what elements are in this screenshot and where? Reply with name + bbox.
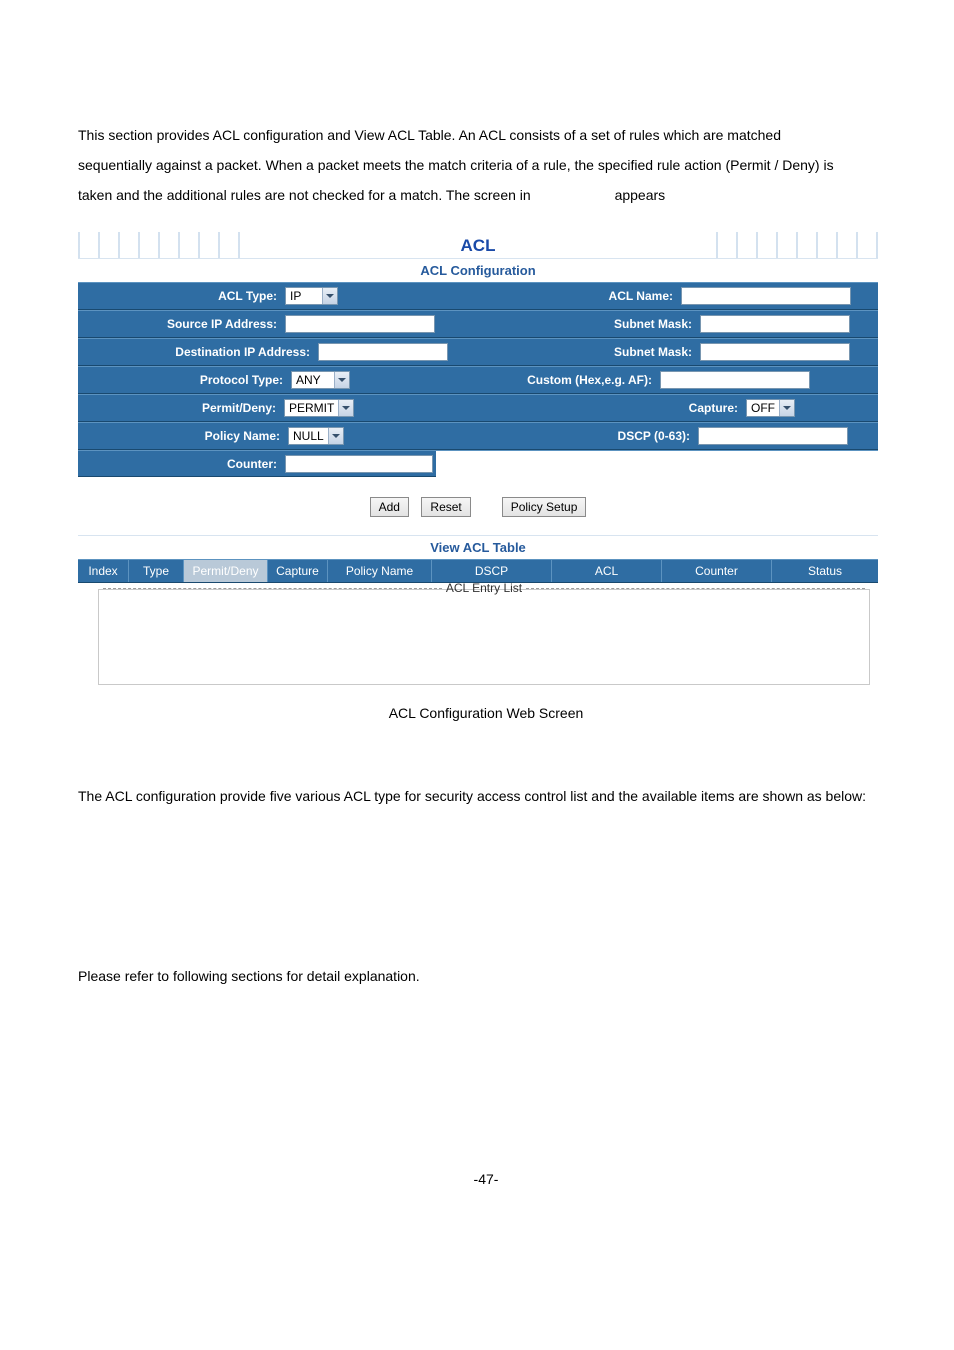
intro-line3a: taken and the additional rules are not c… [78, 187, 531, 203]
page-number: -47- [78, 1171, 894, 1187]
protocol-label: Protocol Type: [78, 373, 289, 387]
counter-input[interactable] [285, 455, 433, 473]
capture-value: OFF [751, 401, 775, 415]
col-index: Index [78, 560, 129, 582]
capture-label: Capture: [478, 401, 744, 415]
protocol-select[interactable]: ANY [291, 371, 350, 389]
custom-hex-label: Custom (Hex,e.g. AF): [478, 373, 658, 387]
acl-name-label: ACL Name: [478, 289, 679, 303]
row-counter: Counter: [78, 450, 878, 477]
dscp-input[interactable] [698, 427, 848, 445]
row-protocol: Protocol Type: ANY Custom (Hex,e.g. AF): [78, 366, 878, 394]
figure-caption: ACL Configuration Web Screen [78, 705, 894, 721]
row-policy: Policy Name: NULL DSCP (0-63): [78, 422, 878, 450]
add-button[interactable]: Add [370, 497, 409, 517]
counter-blank [436, 451, 878, 477]
source-ip-input[interactable] [285, 315, 435, 333]
acl-name-input[interactable] [681, 287, 851, 305]
acl-panel: ACL ACL Configuration ACL Type: IP ACL N… [78, 232, 878, 685]
button-row: Add Reset Policy Setup [78, 477, 878, 535]
dest-ip-label: Destination IP Address: [78, 345, 316, 359]
dscp-label: DSCP (0-63): [478, 429, 696, 443]
acl-type-select[interactable]: IP [285, 287, 338, 305]
reset-button[interactable]: Reset [421, 497, 470, 517]
row-dest-ip: Destination IP Address: Subnet Mask: [78, 338, 878, 366]
col-counter: Counter [662, 560, 772, 582]
col-type: Type [129, 560, 184, 582]
col-acl: ACL [552, 560, 662, 582]
permit-label: Permit/Deny: [78, 401, 282, 415]
intro-line2: sequentially against a packet. When a pa… [78, 157, 834, 173]
config-form: ACL Type: IP ACL Name: Source IP A [78, 282, 878, 477]
source-mask-label: Subnet Mask: [478, 317, 698, 331]
chevron-down-icon [334, 372, 349, 388]
col-capture: Capture [268, 560, 328, 582]
col-status: Status [772, 560, 878, 582]
chevron-down-icon [322, 288, 337, 304]
chevron-down-icon [779, 400, 794, 416]
chevron-down-icon [338, 400, 353, 416]
row-acl-type: ACL Type: IP ACL Name: [78, 282, 878, 310]
config-heading: ACL Configuration [78, 258, 878, 282]
acl-type-label: ACL Type: [78, 289, 283, 303]
policy-name-value: NULL [293, 429, 324, 443]
intro-line1: This section provides ACL configuration … [78, 127, 781, 143]
counter-label: Counter: [78, 457, 283, 471]
row-permit: Permit/Deny: PERMIT Capture: OFF [78, 394, 878, 422]
policy-name-select[interactable]: NULL [288, 427, 344, 445]
dest-ip-input[interactable] [318, 343, 448, 361]
table-header: Index Type Permit/Deny Capture Policy Na… [78, 559, 878, 583]
acl-entry-list-box: ACL Entry List [98, 589, 870, 685]
chevron-down-icon [328, 428, 343, 444]
permit-select[interactable]: PERMIT [284, 399, 354, 417]
col-policy: Policy Name [328, 560, 432, 582]
policy-setup-button[interactable]: Policy Setup [502, 497, 587, 517]
body-text-2: Please refer to following sections for d… [78, 961, 894, 991]
capture-select[interactable]: OFF [746, 399, 795, 417]
body-text-1: The ACL configuration provide five vario… [78, 781, 894, 811]
col-permit: Permit/Deny [184, 560, 268, 582]
page: This section provides ACL configuration … [0, 0, 954, 1247]
protocol-value: ANY [296, 373, 330, 387]
dest-mask-input[interactable] [700, 343, 850, 361]
row-source-ip: Source IP Address: Subnet Mask: [78, 310, 878, 338]
intro-paragraph: This section provides ACL configuration … [78, 120, 894, 210]
col-dscp: DSCP [432, 560, 552, 582]
intro-line3b: appears [615, 180, 666, 210]
source-ip-label: Source IP Address: [78, 317, 283, 331]
source-mask-input[interactable] [700, 315, 850, 333]
permit-value: PERMIT [289, 401, 334, 415]
acl-type-value: IP [290, 289, 318, 303]
table-heading: View ACL Table [78, 535, 878, 559]
dest-mask-label: Subnet Mask: [478, 345, 698, 359]
policy-name-label: Policy Name: [78, 429, 286, 443]
panel-title: ACL [78, 232, 878, 258]
custom-hex-input[interactable] [660, 371, 810, 389]
acl-entry-legend: ACL Entry List [99, 581, 869, 595]
